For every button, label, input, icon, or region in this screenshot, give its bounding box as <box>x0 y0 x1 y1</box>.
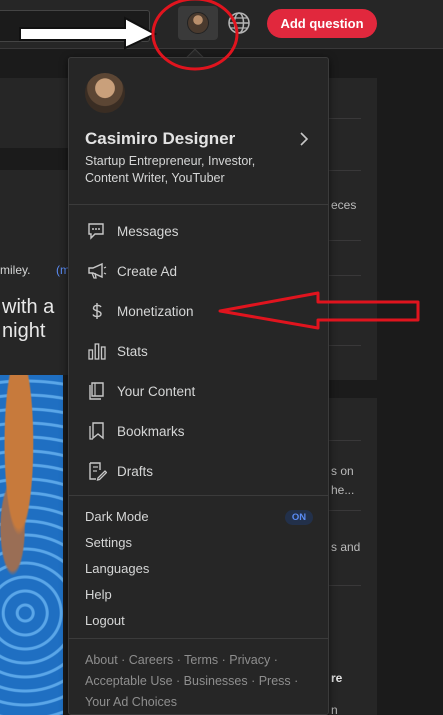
divider <box>329 510 361 511</box>
menu-item-label: Monetization <box>117 303 194 319</box>
menu-item-your-content[interactable]: Your Content <box>69 371 328 411</box>
divider <box>329 275 361 276</box>
footer-link-privacy[interactable]: Privacy <box>229 653 270 667</box>
profile-bio: Startup Entrepreneur, Investor, Content … <box>85 154 256 185</box>
dollar-icon <box>92 303 102 319</box>
menu-item-label: Your Content <box>117 383 196 399</box>
menu-item-monetization[interactable]: Monetization <box>69 291 328 331</box>
menu-item-create-ad[interactable]: Create Ad <box>69 251 328 291</box>
globe-icon[interactable] <box>226 10 252 36</box>
search-input[interactable] <box>0 10 150 42</box>
footer-link-careers[interactable]: Careers <box>129 653 173 667</box>
menu-item-drafts[interactable]: Drafts <box>69 451 328 491</box>
menu-item-bookmarks[interactable]: Bookmarks <box>69 411 328 451</box>
avatar <box>85 73 125 113</box>
content-icon <box>89 382 104 400</box>
sidebar-text: he... <box>331 483 355 497</box>
add-question-button[interactable]: Add question <box>267 9 377 38</box>
divider <box>69 495 328 496</box>
sidebar-text: re <box>331 671 343 685</box>
menu-item-label: Create Ad <box>117 263 178 279</box>
divider <box>329 585 361 586</box>
menu-item-label: Messages <box>117 223 179 239</box>
feed-card <box>0 78 68 148</box>
footer-link-ad-choices[interactable]: Your Ad Choices <box>85 695 177 709</box>
divider <box>69 204 328 205</box>
feed-text: miley. <box>0 263 31 277</box>
right-sidebar-card <box>329 78 377 380</box>
sidebar-text: n <box>331 703 338 715</box>
divider <box>329 170 361 171</box>
chevron-right-icon <box>300 132 309 146</box>
profile-dropdown-menu: Casimiro Designer Startup Entrepreneur, … <box>68 57 329 715</box>
divider <box>69 638 328 639</box>
menu-item-settings[interactable]: Settings <box>85 535 132 550</box>
menu-item-label: Stats <box>117 343 148 359</box>
divider <box>329 440 361 441</box>
feed-title-line: night <box>2 320 46 342</box>
feed-image[interactable] <box>0 375 63 715</box>
menu-item-languages[interactable]: Languages <box>85 561 149 576</box>
footer-link-press[interactable]: Press <box>259 674 291 688</box>
footer-link-terms[interactable]: Terms <box>184 653 218 667</box>
divider <box>329 118 361 119</box>
drafts-icon <box>89 462 107 481</box>
megaphone-icon <box>88 262 107 279</box>
bookmark-icon <box>89 422 104 440</box>
footer-link-acceptable-use[interactable]: Acceptable Use <box>85 674 173 688</box>
menu-item-logout[interactable]: Logout <box>85 613 125 628</box>
footer-link-businesses[interactable]: Businesses <box>184 674 248 688</box>
menu-item-label: Bookmarks <box>117 423 185 439</box>
footer-links: About · Careers · Terms · Privacy · Acce… <box>85 653 299 709</box>
feed-title-line: with a <box>2 296 55 318</box>
sidebar-text: s on <box>331 464 354 478</box>
messages-icon <box>88 223 104 240</box>
menu-item-help[interactable]: Help <box>85 587 112 602</box>
dark-mode-toggle[interactable]: Dark Mode <box>85 509 149 524</box>
divider <box>329 345 361 346</box>
profile-header[interactable]: Casimiro Designer Startup Entrepreneur, … <box>69 58 328 204</box>
menu-item-label: Drafts <box>117 463 154 479</box>
footer-link-about[interactable]: About <box>85 653 118 667</box>
dark-mode-status-badge[interactable]: ON <box>285 510 313 525</box>
profile-menu-button[interactable] <box>178 6 218 40</box>
menu-item-messages[interactable]: Messages <box>69 211 328 251</box>
top-bar: Add question <box>0 0 443 49</box>
avatar <box>187 12 209 34</box>
stats-icon <box>88 343 106 360</box>
sidebar-text: eces <box>331 198 357 212</box>
sidebar-text: s and <box>331 540 361 554</box>
divider <box>329 240 361 241</box>
menu-item-stats[interactable]: Stats <box>69 331 328 371</box>
profile-name: Casimiro Designer <box>85 129 236 148</box>
right-sidebar-card <box>329 398 377 715</box>
